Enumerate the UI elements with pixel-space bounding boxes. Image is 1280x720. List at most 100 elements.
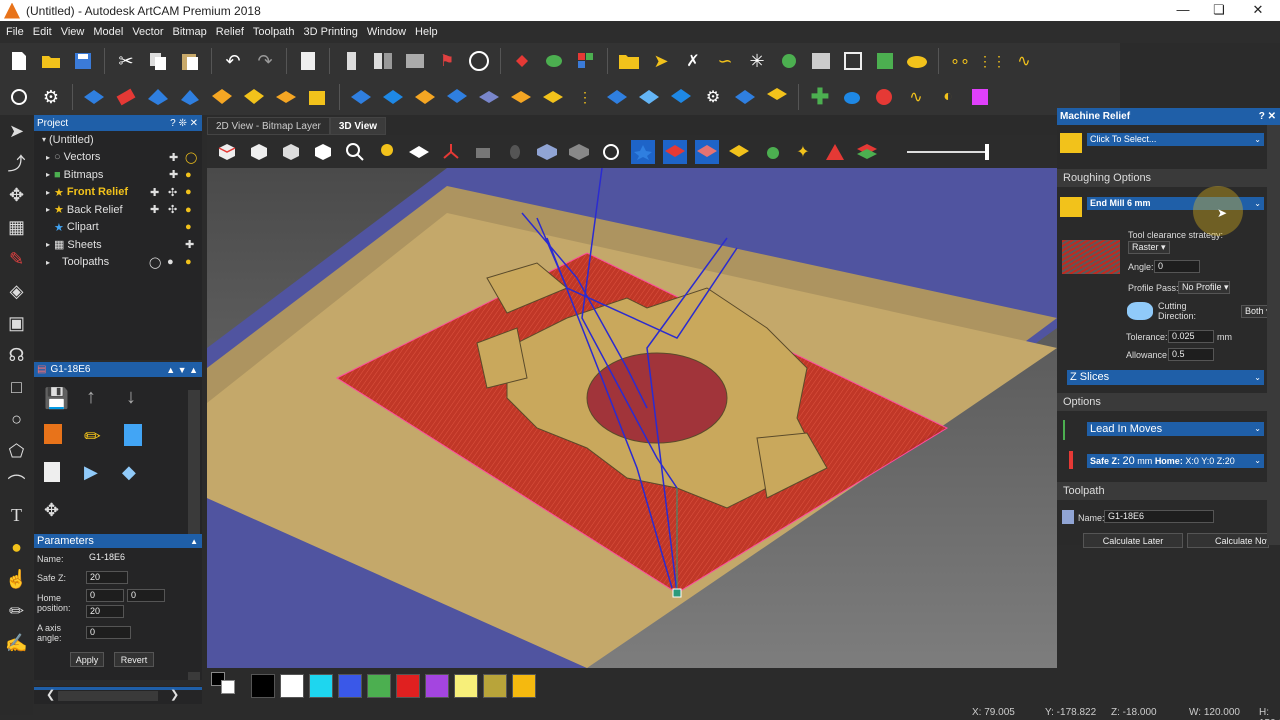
- menu-view[interactable]: View: [61, 26, 85, 38]
- menu-vector[interactable]: Vector: [132, 26, 163, 38]
- relief-eraser-icon[interactable]: [115, 86, 137, 108]
- background-color-swatch[interactable]: [221, 680, 235, 694]
- notes-icon[interactable]: [297, 50, 319, 72]
- eps-icon[interactable]: [468, 50, 490, 72]
- layer-blue-icon[interactable]: [663, 139, 687, 164]
- grid-icon[interactable]: ✣: [168, 186, 177, 199]
- palette-swatch[interactable]: [251, 674, 275, 698]
- palette-swatch[interactable]: [367, 674, 391, 698]
- plane-view-icon[interactable]: [407, 140, 431, 164]
- zoom-icon[interactable]: [343, 140, 367, 164]
- cylinder-icon[interactable]: [503, 140, 527, 164]
- rainbow-layers-icon[interactable]: [855, 140, 879, 164]
- menu-3d-printing[interactable]: 3D Printing: [303, 26, 357, 38]
- safe-z-input[interactable]: 20: [86, 571, 128, 584]
- tab-3d-view[interactable]: 3D View: [329, 117, 387, 135]
- redo-icon[interactable]: ↷: [254, 50, 276, 72]
- node-chain-icon[interactable]: ⋮⋮: [978, 50, 1006, 72]
- tree-item-toolpaths[interactable]: ▸ Toolpaths ◯ ● ●: [34, 254, 202, 272]
- calculate-now-button[interactable]: Calculate Now: [1187, 533, 1269, 548]
- palette-swatch[interactable]: [309, 674, 333, 698]
- relief-yellow-3-icon[interactable]: [542, 86, 564, 108]
- relief-layers-icon[interactable]: [478, 86, 500, 108]
- grid-transform-icon[interactable]: ▦: [0, 211, 33, 243]
- clock-view-icon[interactable]: [599, 140, 623, 164]
- 3d-scene[interactable]: [207, 167, 1057, 668]
- minimize-button[interactable]: —: [1165, 0, 1201, 21]
- roughing-options-header[interactable]: Roughing Options: [1057, 169, 1267, 187]
- lightbulb-icon[interactable]: ●: [185, 204, 192, 216]
- a-axis-input[interactable]: 0: [86, 626, 131, 639]
- tolerance-input[interactable]: 0.025: [1168, 330, 1214, 343]
- sculpt-icon[interactable]: ✏: [0, 595, 33, 627]
- layer-red-icon[interactable]: [695, 139, 719, 164]
- simulate-icon[interactable]: ▶: [84, 462, 98, 483]
- node-select-icon[interactable]: ⤴: [0, 147, 33, 179]
- gear-settings-icon[interactable]: ⚙: [40, 86, 62, 108]
- relief-raise-icon[interactable]: [446, 86, 468, 108]
- add-relief-icon[interactable]: ✚: [809, 84, 831, 109]
- color-select-icon[interactable]: [543, 50, 565, 72]
- copy-icon[interactable]: [147, 50, 169, 72]
- profile-pass-select[interactable]: No Profile ▾: [1178, 281, 1230, 294]
- panel-controls-icon[interactable]: ? ❊ ✕: [170, 118, 198, 129]
- origin-icon[interactable]: ⚑: [436, 50, 458, 72]
- toolpath-section-header[interactable]: Toolpath: [1057, 482, 1267, 500]
- save-icon[interactable]: [72, 50, 94, 72]
- relief-yellow-icon[interactable]: [243, 86, 265, 108]
- home-y-input[interactable]: 0: [127, 589, 165, 602]
- tree-item-back-relief[interactable]: ▸ ★ Back Relief ✚ ✣ ●: [34, 201, 202, 219]
- relief-wave-icon[interactable]: ∿: [905, 86, 927, 108]
- paste-icon[interactable]: [179, 50, 201, 72]
- palette-swatch[interactable]: [425, 674, 449, 698]
- scroll-thumb[interactable]: [58, 691, 158, 701]
- vector-arrow-icon[interactable]: ➤: [650, 50, 672, 72]
- horizontal-scroll[interactable]: ❮ ❯: [34, 686, 202, 704]
- carve-brush-icon[interactable]: ✍: [0, 627, 33, 659]
- clearance-select[interactable]: Raster ▾: [1128, 241, 1170, 254]
- add-icon[interactable]: ✚: [169, 168, 178, 181]
- home-z-input[interactable]: 20: [86, 605, 124, 618]
- move-down-icon[interactable]: ↓: [126, 386, 136, 409]
- menu-model[interactable]: Model: [93, 26, 123, 38]
- model-grid-icon[interactable]: [404, 50, 426, 72]
- open-folder-icon[interactable]: [40, 50, 62, 72]
- machine-relief-scrollbar[interactable]: [1267, 125, 1280, 545]
- node-edit-icon[interactable]: ∘∘: [949, 50, 971, 72]
- vector-shape-icon[interactable]: [778, 50, 800, 72]
- relief-blue-6-icon[interactable]: [734, 86, 756, 108]
- vector-trim-icon[interactable]: ✗: [682, 50, 704, 72]
- cube-view-1-icon[interactable]: [215, 140, 239, 164]
- node-zigzag-icon[interactable]: ∿: [1013, 50, 1035, 72]
- cube-view-3-icon[interactable]: [279, 140, 303, 164]
- calculate-later-button[interactable]: Calculate Later: [1083, 533, 1183, 548]
- relief-pattern-icon[interactable]: [873, 86, 895, 108]
- tree-item-clipart[interactable]: ★ Clipart ●: [34, 219, 202, 237]
- tab-2d-view[interactable]: 2D View - Bitmap Layer: [207, 117, 330, 135]
- home-x-input[interactable]: 0: [86, 589, 124, 602]
- relief-stack-icon[interactable]: [766, 86, 788, 108]
- maximize-button[interactable]: ❏: [1201, 0, 1237, 21]
- cube-view-4-icon[interactable]: [311, 140, 335, 164]
- edit-pencil-icon[interactable]: ✏: [84, 424, 101, 449]
- light-bulb-icon[interactable]: [375, 140, 399, 164]
- tree-item-sheets[interactable]: ▸ ▦ Sheets ✚: [34, 236, 202, 254]
- sheet-icon[interactable]: [44, 462, 60, 482]
- relief-blue-3-icon[interactable]: [606, 86, 628, 108]
- add-icon[interactable]: ✚: [169, 151, 178, 164]
- palette-swatch[interactable]: [512, 674, 536, 698]
- zoom-region-icon[interactable]: [8, 86, 30, 108]
- help-close-icon[interactable]: ? ✕: [1259, 111, 1276, 122]
- relief-yellow-2-icon[interactable]: [510, 86, 532, 108]
- bitmap-to-vector-icon[interactable]: [511, 50, 533, 72]
- transform-icon[interactable]: ✥: [0, 179, 33, 211]
- folder-select-icon[interactable]: [1060, 133, 1082, 153]
- cube-view-2-icon[interactable]: [247, 140, 271, 164]
- circle-icon[interactable]: ○: [0, 403, 33, 435]
- cut-icon[interactable]: ✂: [115, 50, 137, 72]
- relief-mirror-icon[interactable]: ◐: [937, 86, 959, 108]
- scroll-left-icon[interactable]: ❮: [46, 688, 55, 701]
- tree-item-front-relief[interactable]: ▸ ★ Front Relief ✚ ✣ ●: [34, 184, 202, 202]
- star-gear-icon[interactable]: ✦: [791, 140, 815, 164]
- palette-swatch[interactable]: [280, 674, 304, 698]
